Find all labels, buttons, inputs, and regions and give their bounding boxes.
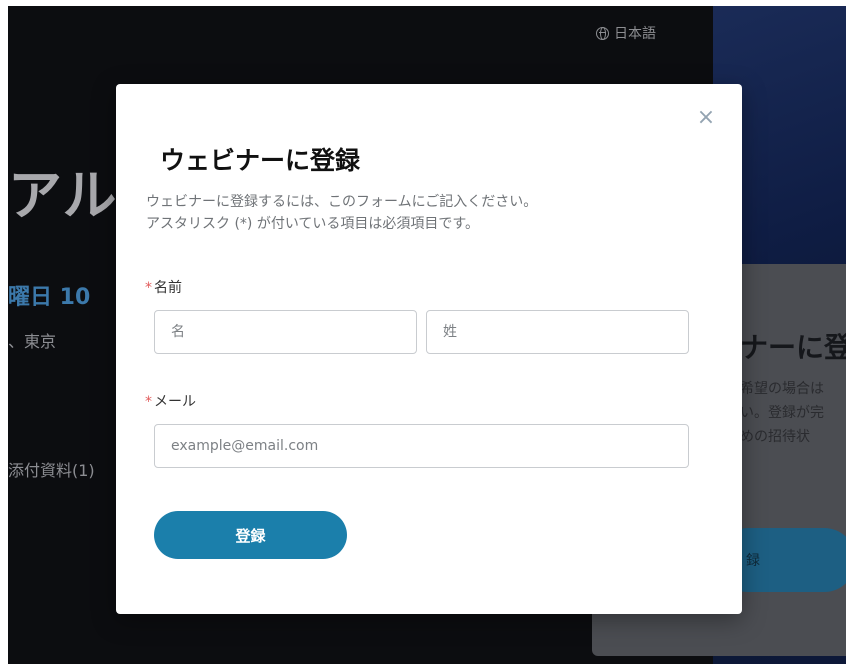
email-label-text: メール [154, 394, 196, 410]
email-field[interactable] [154, 424, 689, 468]
language-label: 日本語 [614, 26, 656, 42]
last-name-field[interactable] [426, 310, 689, 354]
first-name-field[interactable] [154, 310, 417, 354]
page-viewport: 日本語 アル 曜日 10 、東京 添付資料(1) ナーに登 希望の場合は い。登… [8, 6, 846, 664]
event-date: 曜日 10 [8, 285, 91, 310]
email-label: * メール [145, 391, 196, 411]
required-asterisk: * [145, 280, 152, 296]
event-title: アル [8, 164, 118, 227]
close-icon[interactable]: × [696, 107, 716, 129]
register-button[interactable]: 登録 [154, 511, 347, 559]
modal-description: ウェビナーに登録するには、このフォームにご記入ください。 アスタリスク (*) … [146, 191, 537, 235]
registration-card-text: 希望の場合は い。登録が完 めの招待状 [740, 377, 846, 449]
card-text-line: い。登録が完 [740, 405, 824, 421]
required-asterisk: * [145, 394, 152, 410]
language-selector[interactable]: 日本語 [596, 23, 656, 43]
modal-title: ウェビナーに登録 [160, 146, 361, 175]
register-modal: × ウェビナーに登録 ウェビナーに登録するには、このフォームにご記入ください。 … [116, 84, 742, 614]
card-text-line: めの招待状 [740, 429, 810, 445]
description-line: アスタリスク (*) が付いている項目は必須項目です。 [146, 216, 480, 232]
attachments-link[interactable]: 添付資料(1) [8, 457, 95, 481]
card-text-line: 希望の場合は [740, 381, 824, 397]
registration-card-title: ナーに登 [740, 331, 846, 364]
globe-icon [596, 26, 609, 40]
name-label: * 名前 [145, 277, 182, 297]
name-label-text: 名前 [154, 280, 182, 296]
event-location: 、東京 [8, 332, 57, 351]
description-line: ウェビナーに登録するには、このフォームにご記入ください。 [146, 194, 538, 210]
